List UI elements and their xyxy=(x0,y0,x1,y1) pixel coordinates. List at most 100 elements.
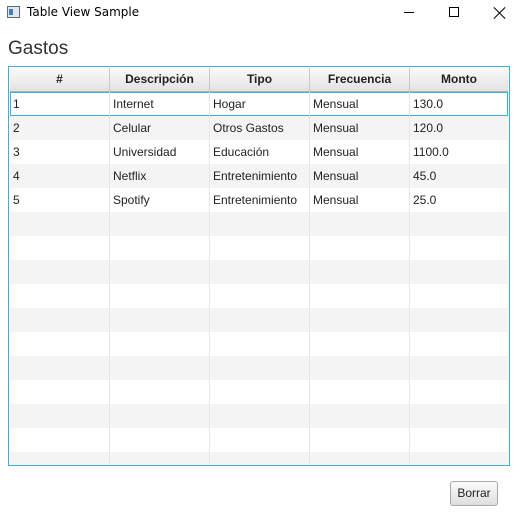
table-cell xyxy=(310,332,410,356)
table-cell: 45.0 xyxy=(413,169,437,183)
table-cell: 120.0 xyxy=(413,121,444,135)
table-cell: Spotify xyxy=(110,188,210,212)
empty-table-row xyxy=(10,284,508,308)
table-cell xyxy=(10,380,110,404)
table-cell: Netflix xyxy=(110,164,210,188)
table-cell xyxy=(210,404,310,428)
table-cell xyxy=(110,236,210,260)
table-cell xyxy=(410,236,508,260)
table-body: 1 Internet Hogar Mensual 130.0 2 Celular Otros … xyxy=(10,92,508,465)
window-title: Table View Sample xyxy=(27,5,140,19)
table-cell: Mensual xyxy=(310,140,410,164)
empty-table-row xyxy=(10,236,508,260)
expenses-table[interactable]: # Descripción Tipo Frecuencia Monto 1 Int… xyxy=(8,66,510,466)
empty-table-row xyxy=(10,380,508,404)
table-cell xyxy=(10,452,110,465)
table-cell xyxy=(110,332,210,356)
table-row[interactable]: 4 Netflix Entretenimiento Mensual 45.0 xyxy=(10,164,508,188)
empty-table-row xyxy=(10,308,508,332)
table-row[interactable]: 3 Universidad Educación Mensual 1100.0 xyxy=(10,140,508,164)
table-cell xyxy=(310,212,410,236)
table-cell xyxy=(310,452,410,465)
table-cell: 4 xyxy=(10,164,110,188)
title-bar: Table View Sample xyxy=(0,0,520,26)
table-cell xyxy=(210,380,310,404)
table-cell xyxy=(410,332,508,356)
column-header-type[interactable]: Tipo xyxy=(210,68,310,91)
table-cell: Mensual xyxy=(310,92,410,116)
table-cell: Universidad xyxy=(110,140,210,164)
table-cell xyxy=(310,356,410,380)
table-cell: Internet xyxy=(110,92,210,116)
table-cell xyxy=(210,212,310,236)
table-cell: Mensual xyxy=(310,164,410,188)
table-cell xyxy=(10,260,110,284)
table-cell: 1 xyxy=(10,92,110,116)
table-cell xyxy=(10,284,110,308)
empty-table-row xyxy=(10,356,508,380)
table-cell xyxy=(210,452,310,465)
table-cell xyxy=(110,380,210,404)
app-icon xyxy=(7,6,20,18)
minimize-icon xyxy=(404,12,414,13)
table-cell xyxy=(410,284,508,308)
table-cell: Mensual xyxy=(310,116,410,140)
close-button[interactable] xyxy=(478,0,520,26)
table-row[interactable]: 5 Spotify Entretenimiento Mensual 25.0 xyxy=(10,188,508,212)
table-cell xyxy=(110,308,210,332)
table-row[interactable]: 1 Internet Hogar Mensual 130.0 xyxy=(10,92,508,116)
close-icon xyxy=(493,6,507,20)
table-cell xyxy=(410,428,508,452)
table-cell xyxy=(10,428,110,452)
table-cell xyxy=(210,236,310,260)
table-cell xyxy=(410,404,508,428)
table-cell: Educación xyxy=(210,140,310,164)
maximize-icon xyxy=(449,7,459,17)
empty-table-row xyxy=(10,332,508,356)
table-cell xyxy=(110,356,210,380)
empty-table-row xyxy=(10,260,508,284)
table-cell: Celular xyxy=(110,116,210,140)
table-cell: Hogar xyxy=(210,92,310,116)
table-row[interactable]: 2 Celular Otros Gastos Mensual 120.0 xyxy=(10,116,508,140)
table-cell: 5 xyxy=(10,188,110,212)
empty-table-row xyxy=(10,452,508,465)
table-cell xyxy=(410,356,508,380)
table-cell xyxy=(110,212,210,236)
column-header-amount[interactable]: Monto xyxy=(410,68,508,91)
table-cell xyxy=(310,236,410,260)
table-cell xyxy=(10,236,110,260)
table-cell xyxy=(410,452,508,465)
table-cell: Entretenimiento xyxy=(210,164,310,188)
column-header-number[interactable]: # xyxy=(10,68,110,91)
table-cell: 2 xyxy=(10,116,110,140)
minimize-button[interactable] xyxy=(386,0,432,26)
table-cell xyxy=(410,260,508,284)
table-cell: 1100.0 xyxy=(413,145,449,159)
table-cell xyxy=(410,212,508,236)
table-cell xyxy=(10,308,110,332)
empty-table-row xyxy=(10,404,508,428)
table-cell: Otros Gastos xyxy=(210,116,310,140)
table-cell xyxy=(110,452,210,465)
page-title: Gastos xyxy=(8,38,69,59)
table-cell xyxy=(110,428,210,452)
table-cell xyxy=(110,284,210,308)
table-cell xyxy=(210,332,310,356)
table-cell xyxy=(210,284,310,308)
column-header-description[interactable]: Descripción xyxy=(110,68,210,91)
table-cell xyxy=(310,260,410,284)
table-cell: 3 xyxy=(10,140,110,164)
maximize-button[interactable] xyxy=(432,0,478,26)
table-cell xyxy=(10,404,110,428)
table-cell xyxy=(410,380,508,404)
table-cell: 130.0 xyxy=(413,97,444,111)
empty-table-row xyxy=(10,212,508,236)
column-header-frequency[interactable]: Frecuencia xyxy=(310,68,410,91)
table-cell xyxy=(210,356,310,380)
table-cell xyxy=(10,212,110,236)
table-cell xyxy=(110,404,210,428)
table-cell: 25.0 xyxy=(413,193,437,207)
delete-button[interactable]: Borrar xyxy=(450,481,498,506)
table-cell xyxy=(210,308,310,332)
